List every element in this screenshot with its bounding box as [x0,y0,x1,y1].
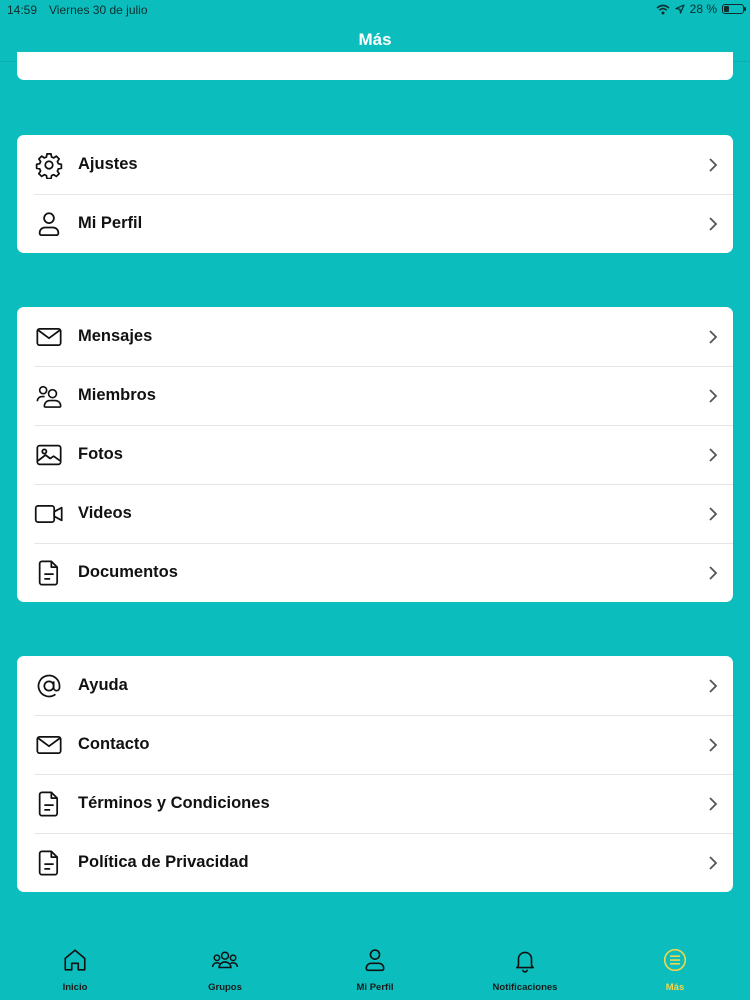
menu-circle-icon [625,946,725,974]
menu-item-miembros[interactable]: Miembros [17,366,733,425]
menu-item-documentos[interactable]: Documentos [17,543,733,602]
at-sign-icon [34,671,64,701]
content-section: Mensajes Miembros Fotos Videos Documento… [17,307,733,602]
menu-item-label: Fotos [78,445,123,463]
menu-item-label: Mi Perfil [78,214,143,232]
chevron-right-icon [709,506,718,521]
menu-item-label: Miembros [78,386,156,404]
menu-item-mi-perfil[interactable]: Mi Perfil [17,194,733,253]
video-camera-icon [34,499,64,529]
tab-grupos[interactable]: Grupos [175,946,275,993]
status-bar: 14:59 Viernes 30 de julio 28 % [0,0,750,20]
chevron-right-icon [709,855,718,870]
menu-item-videos[interactable]: Videos [17,484,733,543]
chevron-right-icon [709,565,718,580]
status-indicators: 28 % [656,2,746,16]
user-icon [34,209,64,239]
tab-mi-perfil[interactable]: Mi Perfil [325,946,425,993]
menu-item-label: Mensajes [78,327,153,345]
menu-item-label: Términos y Condiciones [78,794,270,812]
chevron-right-icon [709,388,718,403]
document-icon [34,558,64,588]
home-icon [25,946,125,974]
settings-section: Ajustes Mi Perfil [17,135,733,253]
menu-item-ajustes[interactable]: Ajustes [17,135,733,194]
envelope-icon [34,322,64,352]
menu-item-label: Política de Privacidad [78,853,249,871]
chevron-right-icon [709,737,718,752]
document-icon [34,848,64,878]
menu-item-fotos[interactable]: Fotos [17,425,733,484]
chevron-right-icon [709,447,718,462]
scrolled-card-remnant [17,52,733,80]
menu-item-label: Documentos [78,563,178,581]
menu-item-ayuda[interactable]: Ayuda [17,656,733,715]
user-icon [325,946,425,974]
chevron-right-icon [709,678,718,693]
menu-item-mensajes[interactable]: Mensajes [17,307,733,366]
members-icon [34,381,64,411]
support-section: Ayuda Contacto Términos y Condiciones Po… [17,656,733,892]
battery-percentage: 28 % [689,2,717,16]
menu-item-label: Videos [78,504,132,522]
menu-item-label: Contacto [78,735,150,753]
chevron-right-icon [709,796,718,811]
tab-bar: Inicio Grupos Mi Perfil Notificaciones M… [0,940,750,1000]
tab-label: Notificaciones [492,982,558,993]
menu-item-label: Ayuda [78,676,128,694]
photo-icon [34,440,64,470]
tab-label: Más [665,982,685,993]
chevron-right-icon [709,329,718,344]
wifi-icon [656,4,670,15]
menu-item-privacidad[interactable]: Política de Privacidad [17,833,733,892]
chevron-right-icon [709,157,718,172]
location-arrow-icon [675,4,685,14]
document-icon [34,789,64,819]
menu-item-label: Ajustes [78,155,138,173]
tab-label: Mi Perfil [356,982,394,993]
menu-item-terminos[interactable]: Términos y Condiciones [17,774,733,833]
gear-icon [34,150,64,180]
tab-notificaciones[interactable]: Notificaciones [475,946,575,993]
envelope-icon [34,730,64,760]
tab-label: Inicio [62,982,88,993]
chevron-right-icon [709,216,718,231]
tab-label: Grupos [208,982,242,993]
bell-icon [475,946,575,974]
menu-item-contacto[interactable]: Contacto [17,715,733,774]
tab-inicio[interactable]: Inicio [25,946,125,993]
status-time: 14:59 [7,3,38,17]
page-title: Más [358,30,392,49]
status-date: Viernes 30 de julio [49,3,148,17]
battery-icon [722,4,746,14]
group-icon [175,946,275,974]
tab-mas[interactable]: Más [625,946,725,993]
